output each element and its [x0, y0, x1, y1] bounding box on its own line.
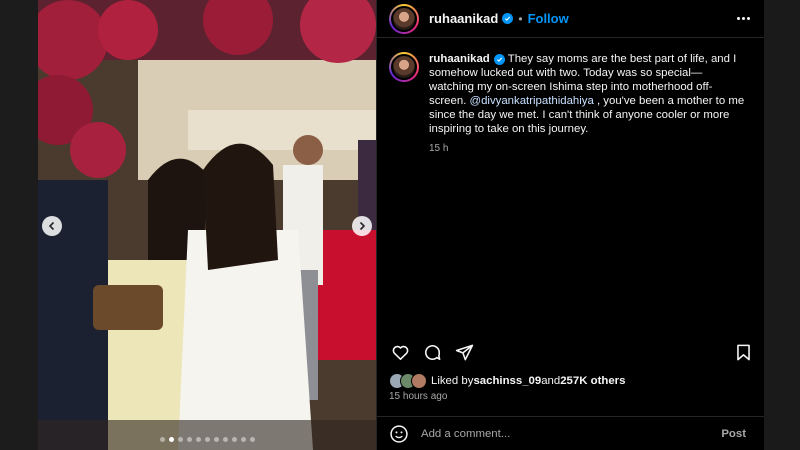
- carousel-dot: [240, 437, 246, 442]
- bookmark-icon: [736, 344, 750, 360]
- liked-by-others-link[interactable]: 257K others: [560, 375, 625, 387]
- liker-avatars[interactable]: [389, 373, 427, 389]
- post-caption: ruhaanikad They say moms are the best pa…: [389, 52, 750, 156]
- comment-icon: [424, 344, 440, 360]
- post-timestamp[interactable]: 15 hours ago: [389, 391, 447, 402]
- liked-by-user-link[interactable]: sachinss_09: [473, 375, 541, 387]
- author-username[interactable]: ruhaanikad: [429, 11, 498, 26]
- post-modal: ruhaanikad • Follow ruhaanikad They say …: [38, 0, 764, 450]
- carousel-dot: [177, 437, 183, 442]
- liked-by-prefix: Liked by: [431, 375, 474, 387]
- like-button[interactable]: [389, 341, 411, 363]
- emoji-icon[interactable]: [389, 424, 409, 444]
- share-button[interactable]: [453, 341, 475, 363]
- carousel-dot: [231, 437, 237, 442]
- post-header: ruhaanikad • Follow: [377, 0, 764, 38]
- header-separator: •: [518, 11, 523, 26]
- follow-button[interactable]: Follow: [528, 11, 569, 26]
- carousel-indicator: [38, 437, 376, 442]
- caption-timestamp[interactable]: 15 h: [429, 142, 745, 156]
- carousel-dot: [249, 437, 255, 442]
- post-comment-button[interactable]: Post: [721, 428, 746, 440]
- author-avatar[interactable]: [389, 3, 419, 34]
- comment-composer: Post: [377, 416, 764, 450]
- next-post-edge[interactable]: [764, 0, 800, 450]
- caption-author-avatar[interactable]: [389, 52, 419, 82]
- carousel-dot: [159, 437, 165, 442]
- caption-username[interactable]: ruhaanikad: [429, 53, 490, 65]
- heart-icon: [392, 345, 408, 360]
- comment-button[interactable]: [421, 341, 443, 363]
- verified-badge-icon: [502, 13, 514, 24]
- caption-body: ruhaanikad They say moms are the best pa…: [429, 52, 745, 156]
- carousel-dot: [222, 437, 228, 442]
- chevron-right-icon: [359, 221, 366, 231]
- liked-by-and: and: [541, 375, 561, 387]
- more-options-icon[interactable]: [737, 17, 750, 20]
- carousel-dot: [195, 437, 201, 442]
- caption-mention-link[interactable]: @divyankatripathidahiya: [470, 95, 594, 107]
- post-details-panel: ruhaanikad • Follow ruhaanikad They say …: [376, 0, 764, 450]
- carousel-dot: [213, 437, 219, 442]
- carousel-dot: [204, 437, 210, 442]
- chevron-left-icon: [48, 221, 55, 231]
- carousel-dot: [168, 437, 174, 442]
- save-button[interactable]: [732, 341, 754, 363]
- comment-input[interactable]: [421, 427, 701, 440]
- carousel-dot: [186, 437, 192, 442]
- likes-summary: Liked by sachinss_09 and 257K others: [389, 373, 625, 389]
- post-photo: [38, 0, 376, 450]
- post-media[interactable]: [38, 0, 376, 450]
- verified-badge-icon: [493, 54, 505, 65]
- carousel-prev-button[interactable]: [42, 216, 62, 236]
- previous-post-edge[interactable]: [0, 0, 38, 450]
- post-actions: [389, 341, 754, 363]
- carousel-next-button[interactable]: [352, 216, 372, 236]
- share-icon: [455, 344, 473, 360]
